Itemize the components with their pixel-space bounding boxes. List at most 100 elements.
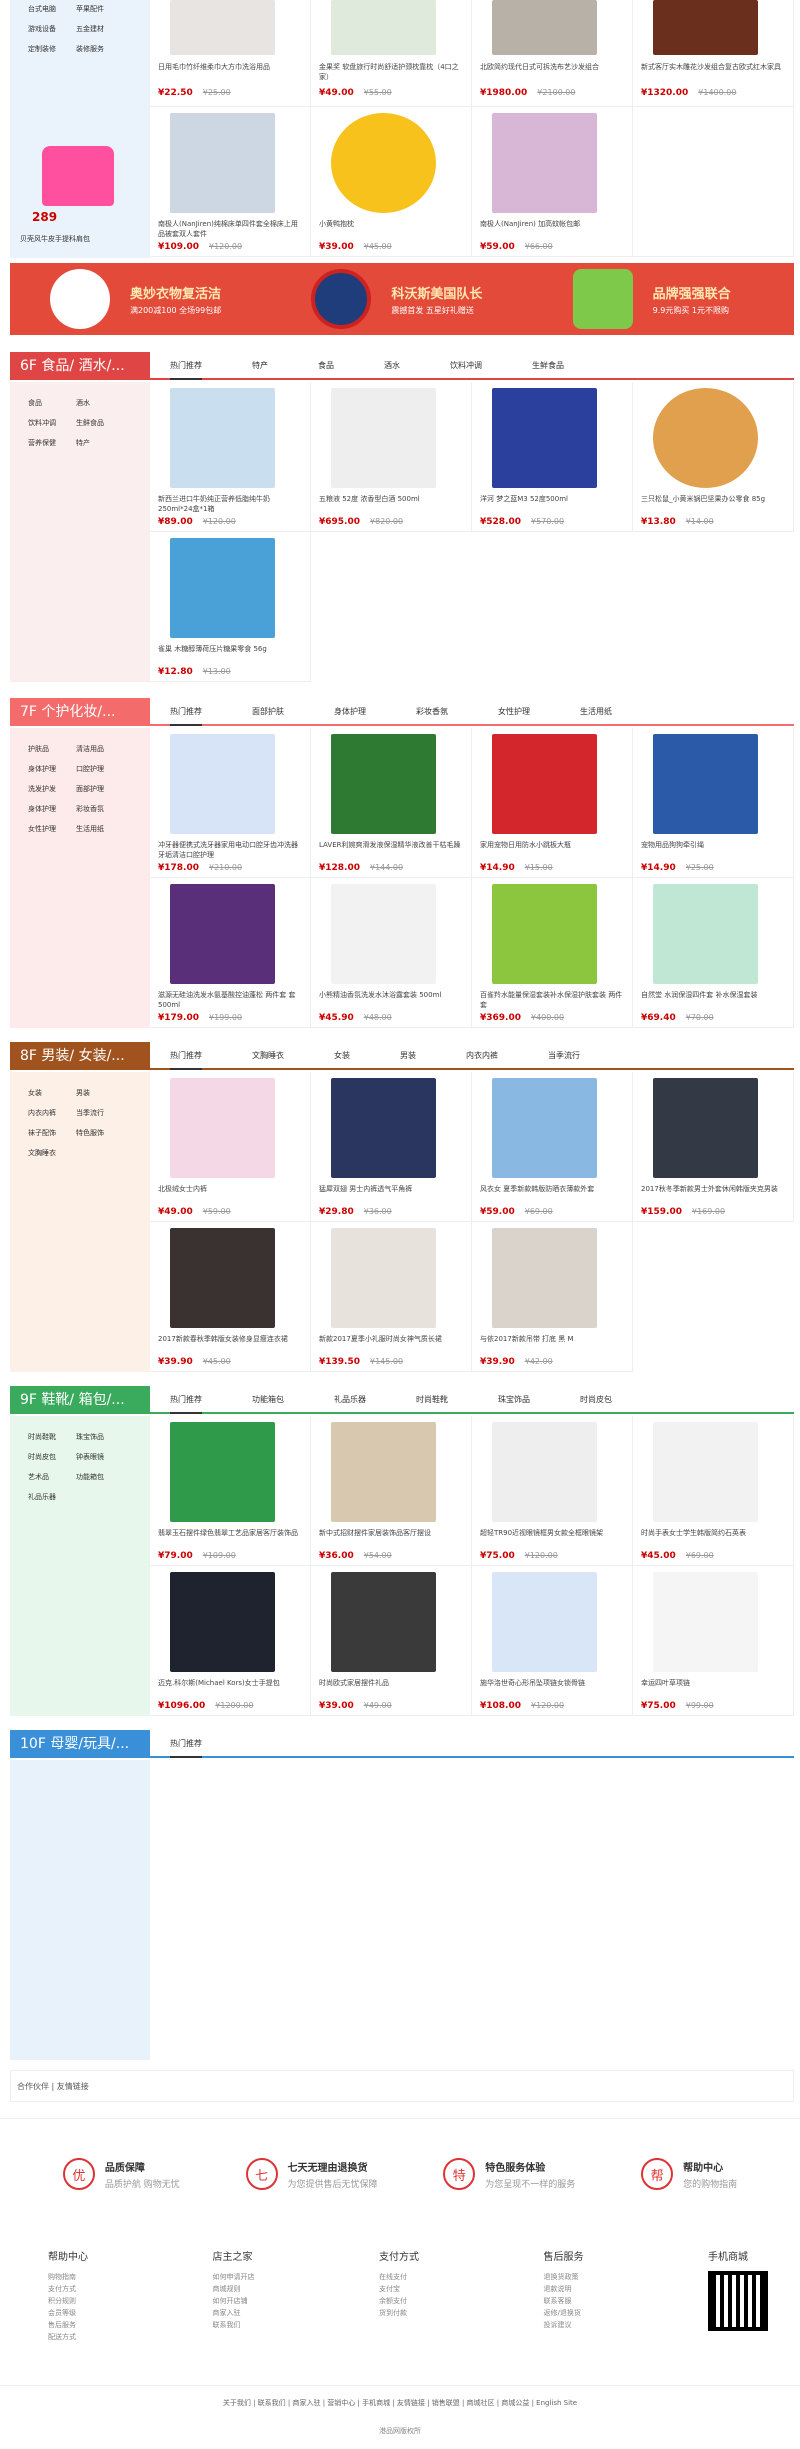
tab[interactable]: 生活用纸 — [580, 698, 612, 726]
product-name[interactable]: 三只松鼠_小黄米锅巴坚果办公零食 85g — [641, 494, 786, 514]
footer-link[interactable]: 商城公益 — [501, 2399, 529, 2407]
tab[interactable]: 身体护理 — [334, 698, 366, 726]
tab[interactable]: 时尚皮包 — [580, 1386, 612, 1414]
footer-link[interactable]: 配送方式 — [48, 2331, 88, 2343]
product-name[interactable]: 金果奖 软盘旅行时尚舒适护颈枕靠枕（4口之家） — [319, 62, 464, 82]
footer-link[interactable]: 关于我们 — [223, 2399, 251, 2407]
product-name[interactable]: 家用宠物日用防水小跳板大瓶 — [480, 840, 625, 860]
product-name[interactable]: 幸运四叶草项链 — [641, 1678, 786, 1698]
product-name[interactable]: 新式客厅实木雕花沙发组合复古欧式红木家具 — [641, 62, 786, 82]
side-link[interactable]: 口腔护理 — [76, 764, 136, 774]
footer-link[interactable]: 售后服务 — [48, 2319, 88, 2331]
product-card[interactable]: 洋河 梦之蓝M3 52度500ml ¥528.00 ¥570.00 — [472, 382, 633, 532]
side-ad[interactable]: 289 贝壳风牛皮手提科肩包 — [20, 138, 136, 248]
tab[interactable]: 珠宝饰品 — [498, 1386, 530, 1414]
tab[interactable]: 彩妆香氛 — [416, 698, 448, 726]
side-link[interactable]: 生活用纸 — [76, 824, 136, 834]
tab[interactable]: 生鲜食品 — [532, 352, 564, 380]
footer-link[interactable]: 积分规则 — [48, 2295, 88, 2307]
side-link[interactable] — [76, 1148, 136, 1158]
footer-link[interactable]: 在线支付 — [379, 2271, 419, 2283]
tab[interactable]: 食品 — [318, 352, 334, 380]
product-card[interactable]: 新中式招财摆件家居装饰品客厅摆设 ¥36.00 ¥54.00 — [311, 1416, 472, 1566]
product-name[interactable]: 时尚手表女士学生韩版简约石英表 — [641, 1528, 786, 1548]
product-card[interactable]: 日用毛巾竹纤维柔巾大方巾洗浴用品 ¥22.50 ¥25.00 — [150, 0, 311, 107]
product-name[interactable]: 新中式招财摆件家居装饰品客厅摆设 — [319, 1528, 464, 1548]
product-card[interactable]: 小黄鸭抱枕 ¥39.00 ¥45.00 — [311, 107, 472, 257]
product-card[interactable]: 时尚手表女士学生韩版简约石英表 ¥45.00 ¥69.00 — [633, 1416, 794, 1566]
product-card[interactable]: 百雀羚水能量保湿套装补水保湿护肤套装 两件套 ¥369.00 ¥400.00 — [472, 878, 633, 1028]
product-name[interactable]: 滋源无硅油洗发水氨基酸控油蓬松 两件套 套 500ml — [158, 990, 303, 1010]
product-card[interactable]: 金果奖 软盘旅行时尚舒适护颈枕靠枕（4口之家） ¥49.00 ¥55.00 — [311, 0, 472, 107]
tab[interactable]: 面部护肤 — [252, 698, 284, 726]
product-card[interactable]: 雀巢 木糖醇薄荷压片糖果零食 56g ¥12.80 ¥13.00 — [150, 532, 311, 682]
product-card[interactable]: 施华洛世奇心形吊坠项链女锁骨链 ¥108.00 ¥120.00 — [472, 1566, 633, 1716]
footer-link[interactable]: 销售联盟 — [432, 2399, 460, 2407]
footer-link[interactable]: 支付方式 — [48, 2283, 88, 2295]
footer-link[interactable]: 货到付款 — [379, 2307, 419, 2319]
product-card[interactable]: 风衣女 夏季新款韩版防晒衣薄款外套 ¥59.00 ¥69.00 — [472, 1072, 633, 1222]
product-card[interactable]: 小熊精油香氛洗发水沐浴露套装 500ml ¥45.90 ¥48.00 — [311, 878, 472, 1028]
footer-link[interactable]: 退款说明 — [544, 2283, 584, 2295]
product-name[interactable]: 施华洛世奇心形吊坠项链女锁骨链 — [480, 1678, 625, 1698]
footer-link[interactable]: 商家入驻 — [213, 2307, 255, 2319]
side-link[interactable]: 苹果配件 — [76, 4, 136, 14]
product-card[interactable]: 南极人(NanJiren)纯棉床单四件套全棉床上用品被套双人套件 ¥109.00 ¥… — [150, 107, 311, 257]
promo-banner[interactable]: 奥妙衣物复活洁 满200减100 全场99包邮 科沃斯美国队长 震撼首发 五星好礼赠… — [10, 263, 794, 335]
product-card[interactable]: 与依2017新款吊带 打底 黑 M ¥39.90 ¥42.00 — [472, 1222, 633, 1372]
footer-link[interactable]: 如何开店铺 — [213, 2295, 255, 2307]
side-link[interactable]: 洗发护发 — [28, 784, 76, 794]
banner-segment[interactable]: 科沃斯美国队长 震撼首发 五星好礼赠送 — [271, 263, 532, 335]
product-name[interactable]: 迈克.科尔斯(Michael Kors)女士手提包 — [158, 1678, 303, 1698]
tab-hot[interactable]: 热门推荐 — [170, 1042, 202, 1070]
side-link[interactable]: 清洁用品 — [76, 744, 136, 754]
side-link[interactable]: 装修服务 — [76, 44, 136, 54]
product-card[interactable]: 时尚欧式家居摆件礼品 ¥39.00 ¥49.00 — [311, 1566, 472, 1716]
product-card[interactable]: 冲牙器便携式洗牙器家用电动口腔牙齿冲洗器牙垢清洁口腔护理 ¥178.00 ¥210.… — [150, 728, 311, 878]
tab[interactable]: 男装 — [400, 1042, 416, 1070]
footer-link[interactable]: 联系我们 — [258, 2399, 286, 2407]
tab[interactable]: 礼品乐器 — [334, 1386, 366, 1414]
side-link[interactable]: 酒水 — [76, 398, 136, 408]
product-name[interactable]: 南极人(NanJiren)纯棉床单四件套全棉床上用品被套双人套件 — [158, 219, 303, 239]
qr-code-icon[interactable] — [708, 2271, 768, 2331]
side-link[interactable]: 面部护理 — [76, 784, 136, 794]
product-card[interactable]: 2017新款春秋季韩版女装修身显瘦连衣裙 ¥39.90 ¥45.00 — [150, 1222, 311, 1372]
side-link[interactable]: 珠宝饰品 — [76, 1432, 136, 1442]
side-link[interactable]: 定制装修 — [28, 44, 76, 54]
side-link[interactable]: 身体护理 — [28, 804, 76, 814]
banner-segment[interactable]: 奥妙衣物复活洁 满200减100 全场99包邮 — [10, 263, 271, 335]
product-card[interactable]: 北极绒女士内裤 ¥49.00 ¥59.00 — [150, 1072, 311, 1222]
product-name[interactable]: 南极人(NanJiren) 加高蚊帐包邮 — [480, 219, 625, 239]
footer-link[interactable]: 商城社区 — [467, 2399, 495, 2407]
product-card[interactable]: 宠物用品狗狗牵引绳 ¥14.90 ¥25.00 — [633, 728, 794, 878]
footer-link[interactable]: 余额支付 — [379, 2295, 419, 2307]
side-link[interactable]: 艺术品 — [28, 1472, 76, 1482]
tab[interactable]: 特产 — [252, 352, 268, 380]
product-name[interactable]: 2017秋冬季新款男士外套休闲韩版夹克男装 — [641, 1184, 786, 1204]
product-name[interactable]: 宠物用品狗狗牵引绳 — [641, 840, 786, 860]
footer-link[interactable]: 商城规则 — [213, 2283, 255, 2295]
tab-hot[interactable]: 热门推荐 — [170, 698, 202, 726]
product-name[interactable]: 小熊精油香氛洗发水沐浴露套装 500ml — [319, 990, 464, 1010]
side-link[interactable]: 护肤品 — [28, 744, 76, 754]
tab[interactable]: 女装 — [334, 1042, 350, 1070]
product-name[interactable]: 北欧简约现代日式可拆洗布艺沙发组合 — [480, 62, 625, 82]
footer-link[interactable]: 会员等级 — [48, 2307, 88, 2319]
side-link[interactable]: 男装 — [76, 1088, 136, 1098]
side-link[interactable]: 特产 — [76, 438, 136, 448]
service-return[interactable]: 七七天无理由退换货 为您提供售后无忧保障 — [245, 2158, 378, 2190]
side-link[interactable]: 时尚鞋靴 — [28, 1432, 76, 1442]
footer-link[interactable]: 商家入驻 — [292, 2399, 320, 2407]
product-card[interactable]: LAVER利婉爽滑发液保湿精华液改善干枯毛躁 ¥128.00 ¥144.00 — [311, 728, 472, 878]
side-link[interactable]: 生鲜食品 — [76, 418, 136, 428]
product-card[interactable]: 北欧简约现代日式可拆洗布艺沙发组合 ¥1980.00 ¥2100.00 — [472, 0, 633, 107]
product-name[interactable]: 小黄鸭抱枕 — [319, 219, 464, 239]
footer-link[interactable]: 支付宝 — [379, 2283, 419, 2295]
product-name[interactable]: 超轻TR90近视眼镜框男女款全框眼镜架 — [480, 1528, 625, 1548]
tab[interactable]: 文胸睡衣 — [252, 1042, 284, 1070]
product-name[interactable]: 新款2017夏季小礼服时尚女神气质长裙 — [319, 1334, 464, 1354]
side-link[interactable]: 彩妆香氛 — [76, 804, 136, 814]
tab[interactable]: 当季流行 — [548, 1042, 580, 1070]
tab[interactable]: 女性护理 — [498, 698, 530, 726]
